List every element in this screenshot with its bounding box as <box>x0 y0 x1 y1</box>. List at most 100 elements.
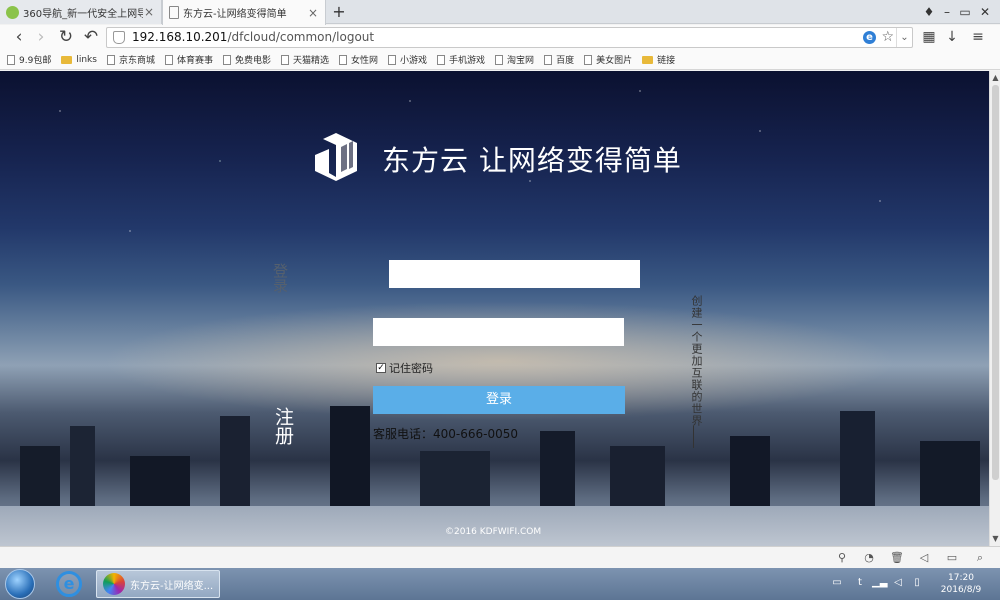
bookmark-label: 链接 <box>657 56 676 66</box>
taskbar-item-browser[interactable]: 东方云-让网络变... <box>96 570 220 598</box>
bookmark-item[interactable]: 天猫精选 <box>280 53 329 66</box>
volume-icon[interactable]: ◁ <box>916 550 932 566</box>
page-icon <box>169 6 179 19</box>
bookmark-item[interactable]: 9.9包邮 <box>7 53 51 66</box>
remember-checkbox[interactable]: ✓ <box>376 363 386 373</box>
scroll-down-icon[interactable]: ▼ <box>991 534 1000 544</box>
url-text[interactable]: 192.168.10.201/dfcloud/common/logout <box>132 30 374 44</box>
copyright: ©2016 KDFWIFI.COM <box>445 527 542 537</box>
bookmark-label: 女性网 <box>351 56 379 66</box>
page-icon <box>437 54 446 65</box>
forward-icon[interactable]: › <box>30 26 52 48</box>
tab-360-navigation[interactable]: 360导航_新一代安全上网导航 × <box>0 0 162 24</box>
url-path: /dfcloud/common/logout <box>227 30 375 44</box>
bookmark-label: 淘宝网 <box>507 56 535 66</box>
reload-icon[interactable]: ↻ <box>55 26 77 48</box>
taskbar-item-label: 东方云-让网络变... <box>130 580 214 592</box>
register-link[interactable]: 注册 <box>272 407 294 445</box>
login-page: 东方云 让网络变得简单 登录 注册 创建一个更加互联的世界 ✓ 记住密码 登录 … <box>0 71 989 546</box>
folder-icon <box>642 55 654 64</box>
network-icon[interactable]: ▁▃ <box>872 576 887 590</box>
navigation-bar: ‹ › ↻ ↶ 192.168.10.201/dfcloud/common/lo… <box>0 25 1000 50</box>
download-icon[interactable]: ↓ <box>942 27 962 47</box>
tab-label: 360导航_新一代安全上网导航 <box>23 8 143 20</box>
windows-start-icon[interactable] <box>5 569 35 599</box>
bookmark-item[interactable]: 链接 <box>642 53 675 66</box>
system-clock[interactable]: 17:20 2016/8/9 <box>938 572 984 596</box>
tab-dfcloud[interactable]: 东方云-让网络变得简单 × <box>162 0 326 25</box>
speaker-icon[interactable]: ◁ <box>891 576 905 590</box>
browser-status-bar: ⚲ ◔ 🗑 ◁ ▭ ⌕ <box>0 546 1000 568</box>
dfcloud-logo-icon <box>315 133 357 181</box>
trash-icon[interactable]: 🗑 <box>889 550 905 566</box>
browser-app-icon <box>103 573 125 595</box>
page-icon <box>280 54 289 65</box>
bookmark-item[interactable]: 小游戏 <box>388 53 427 66</box>
bookmark-item[interactable]: 百度 <box>544 53 574 66</box>
bookmark-label: 小游戏 <box>400 56 428 66</box>
url-host: 192.168.10.201 <box>132 30 228 44</box>
address-bar[interactable]: 192.168.10.201/dfcloud/common/logout e ☆… <box>106 27 913 48</box>
scroll-up-icon[interactable]: ▲ <box>991 73 1000 83</box>
bookmark-label: 体育赛事 <box>176 56 213 66</box>
minimize-icon[interactable]: – <box>938 2 956 22</box>
windows-taskbar: e 东方云-让网络变... ▭ t ▁▃ ◁ ▯ 17:20 2016/8/9 <box>0 568 1000 600</box>
close-icon[interactable]: × <box>307 6 319 20</box>
maximize-icon[interactable]: ▭ <box>956 2 974 22</box>
bookmark-label: 免费电影 <box>234 56 271 66</box>
reflection-background <box>0 506 989 546</box>
skin-icon[interactable]: ♦ <box>920 2 938 22</box>
clock-time: 17:20 <box>948 573 974 583</box>
clock-date: 2016/8/9 <box>940 585 982 595</box>
window-icon[interactable]: ▭ <box>944 550 960 566</box>
page-slogan: 东方云 让网络变得简单 <box>382 144 682 177</box>
battery-icon[interactable]: ▯ <box>910 576 924 590</box>
bookmark-item[interactable]: 体育赛事 <box>164 53 213 66</box>
service-hotline: 客服电话：400-666-0050 <box>373 427 519 441</box>
menu-icon[interactable]: ≡ <box>968 27 988 47</box>
login-button[interactable]: 登录 <box>373 386 625 414</box>
search-icon[interactable]: ⌕ <box>972 550 988 566</box>
ie-mode-icon[interactable]: e <box>863 31 876 44</box>
username-input[interactable] <box>389 260 640 288</box>
bookmark-item[interactable]: 女性网 <box>339 53 378 66</box>
bookmark-label: 美女图片 <box>596 56 633 66</box>
back-icon[interactable]: ‹ <box>8 26 30 48</box>
chevron-down-icon[interactable]: ⌄ <box>896 28 912 47</box>
divider <box>693 426 694 448</box>
close-window-icon[interactable]: ✕ <box>976 2 994 22</box>
scroll-thumb[interactable] <box>992 85 999 480</box>
tray-app-icon[interactable]: t <box>853 576 867 590</box>
tagline: 创建一个更加互联的世界 <box>690 295 703 427</box>
bookmark-label: 9.9包邮 <box>19 56 52 66</box>
bookmark-label: links <box>76 54 97 65</box>
360-logo-icon <box>6 5 19 19</box>
apps-icon[interactable]: ▦ <box>919 27 939 47</box>
undo-close-icon[interactable]: ↶ <box>80 26 102 48</box>
bookmark-item[interactable]: links <box>61 55 97 65</box>
page-icon <box>106 54 115 65</box>
page-icon <box>584 54 593 65</box>
remember-label: 记住密码 <box>389 362 433 375</box>
tab-strip: 360导航_新一代安全上网导航 × 东方云-让网络变得简单 × + ♦ – ▭ … <box>0 0 1000 25</box>
bookmark-item[interactable]: 京东商城 <box>106 53 155 66</box>
new-tab-button[interactable]: + <box>330 2 348 22</box>
internet-explorer-icon[interactable]: e <box>56 571 82 597</box>
vertical-scrollbar[interactable]: ▲ ▼ <box>989 71 1000 546</box>
password-input[interactable] <box>373 318 624 346</box>
remember-password[interactable]: ✓ 记住密码 <box>376 360 433 376</box>
bookmark-label: 百度 <box>556 56 575 66</box>
bookmark-item[interactable]: 免费电影 <box>222 53 271 66</box>
page-icon <box>164 54 173 65</box>
bookmark-item[interactable]: 美女图片 <box>584 53 632 66</box>
pin-icon[interactable]: ⚲ <box>834 550 850 566</box>
bookmark-label: 京东商城 <box>118 56 155 66</box>
star-icon[interactable]: ☆ <box>881 29 894 45</box>
keyboard-icon[interactable]: ▭ <box>830 576 844 590</box>
page-icon <box>544 54 553 65</box>
bookmark-item[interactable]: 淘宝网 <box>495 53 534 66</box>
close-icon[interactable]: × <box>143 5 155 19</box>
page-icon <box>7 54 15 65</box>
bookmark-item[interactable]: 手机游戏 <box>437 53 485 66</box>
speed-icon[interactable]: ◔ <box>861 550 877 566</box>
